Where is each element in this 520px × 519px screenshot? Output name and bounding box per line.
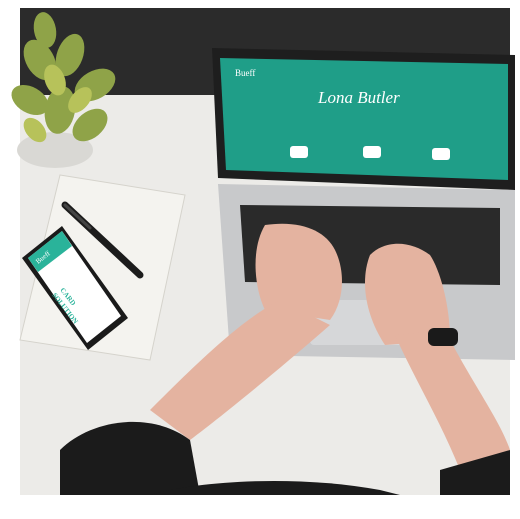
- photo-scene: Bueff SOLUTION CARD Bueff Lona Butler: [0, 0, 520, 519]
- laptop-screen: [220, 58, 508, 180]
- laptop-title-text: Lona Butler: [317, 88, 400, 107]
- smartwatch: [428, 328, 458, 346]
- laptop-brand-text: Bueff: [235, 68, 255, 78]
